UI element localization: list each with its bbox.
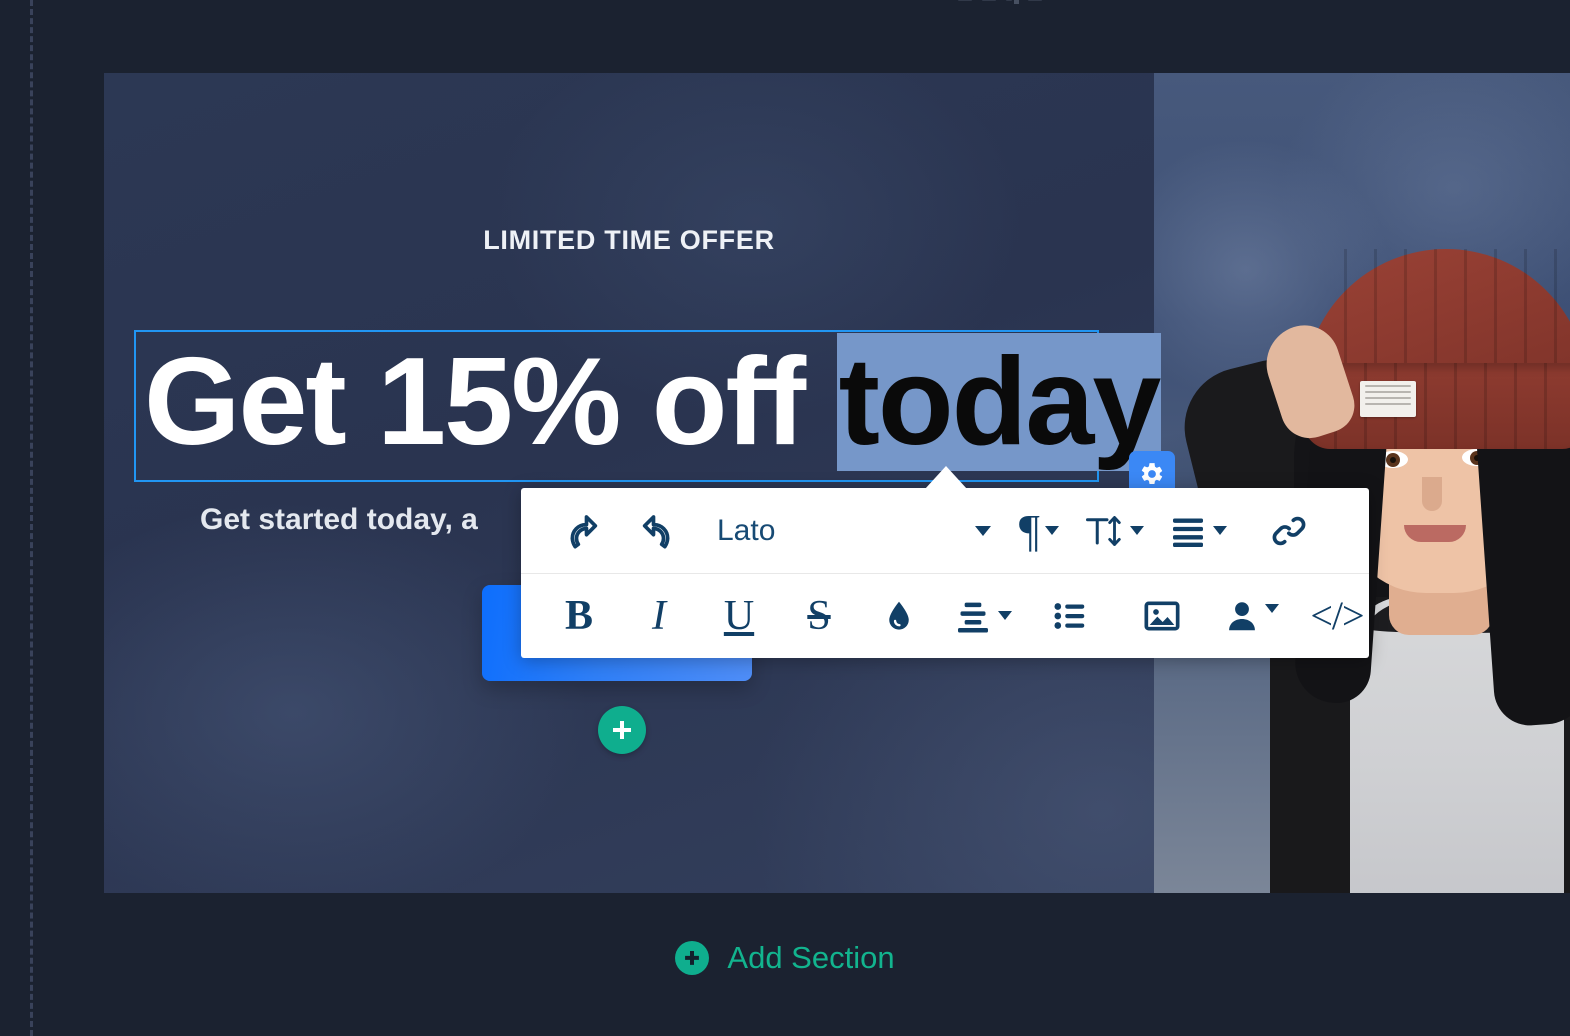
gear-icon <box>1141 463 1163 484</box>
photo-mouth <box>1404 525 1466 542</box>
photo-beanie-label <box>1360 381 1416 417</box>
paragraph-align-button[interactable] <box>1168 511 1227 551</box>
code-icon: </> <box>1310 592 1364 638</box>
line-height-button[interactable] <box>953 596 1012 636</box>
font-family-select[interactable]: Lato <box>711 507 997 555</box>
add-section-label: Add Section <box>727 940 895 975</box>
insert-image-button[interactable] <box>1134 588 1190 644</box>
hero-eyebrow-text[interactable]: LIMITED TIME OFFER <box>104 225 1154 256</box>
align-icon <box>1172 518 1203 547</box>
hero-background-left <box>104 73 1154 893</box>
user-icon <box>1229 601 1255 630</box>
hero-section[interactable]: LIMITED TIME OFFER Get 15% off today Get… <box>104 73 1570 893</box>
top-cropped-toolbar-remnant <box>958 0 1044 4</box>
chevron-down-icon <box>1265 603 1279 613</box>
undo-icon <box>570 514 598 548</box>
line-height-icon <box>958 602 988 632</box>
add-section-button[interactable]: Add Section <box>0 930 1570 986</box>
headline-text[interactable]: Get 15% off today <box>144 326 1162 478</box>
font-size-button[interactable] <box>1083 510 1144 552</box>
headline-selected-text[interactable]: today <box>836 333 1162 471</box>
plus-circle-icon <box>675 941 710 975</box>
color-drop-icon <box>889 601 909 630</box>
text-color-button[interactable] <box>873 588 925 644</box>
hero-photo <box>1154 73 1570 893</box>
bullet-list-icon <box>1054 602 1085 629</box>
image-icon <box>1144 601 1180 630</box>
personalization-button[interactable] <box>1224 598 1279 634</box>
plus-icon <box>613 721 631 739</box>
chevron-down-icon <box>998 611 1012 620</box>
chevron-down-icon <box>1129 526 1144 535</box>
redo-button[interactable] <box>633 503 689 559</box>
italic-button[interactable]: I <box>633 588 685 644</box>
undo-button[interactable] <box>551 503 607 559</box>
paragraph-format-button[interactable]: ¶ <box>1019 504 1059 556</box>
bullet-list-button[interactable] <box>1042 588 1098 644</box>
photo-nose <box>1422 477 1442 511</box>
link-icon <box>1272 516 1306 545</box>
paragraph-mark-icon: ¶ <box>1019 504 1040 556</box>
chevron-down-icon <box>1044 526 1059 535</box>
strikethrough-button[interactable]: S <box>793 588 845 644</box>
chevron-down-icon <box>975 525 991 536</box>
font-family-value: Lato <box>717 513 776 547</box>
toolbar-pointer <box>925 466 967 489</box>
toolbar-row-primary: Lato ¶ <box>521 488 1369 574</box>
bold-button[interactable]: B <box>553 588 605 644</box>
insert-link-button[interactable] <box>1261 503 1317 559</box>
headline-text-block[interactable]: Get 15% off today <box>134 330 1162 482</box>
font-size-icon <box>1085 515 1121 546</box>
underline-button[interactable]: U <box>713 588 765 644</box>
headline-prefix: Get 15% off <box>144 333 837 471</box>
rich-text-toolbar[interactable]: Lato ¶ B I U S </> <box>521 488 1369 658</box>
canvas-left-guide <box>30 0 33 1036</box>
toolbar-row-secondary: B I U S </> <box>521 573 1369 658</box>
add-block-button[interactable] <box>598 706 646 754</box>
code-view-button[interactable]: </> <box>1309 588 1365 644</box>
chevron-down-icon <box>1212 526 1227 535</box>
redo-icon <box>642 514 670 548</box>
